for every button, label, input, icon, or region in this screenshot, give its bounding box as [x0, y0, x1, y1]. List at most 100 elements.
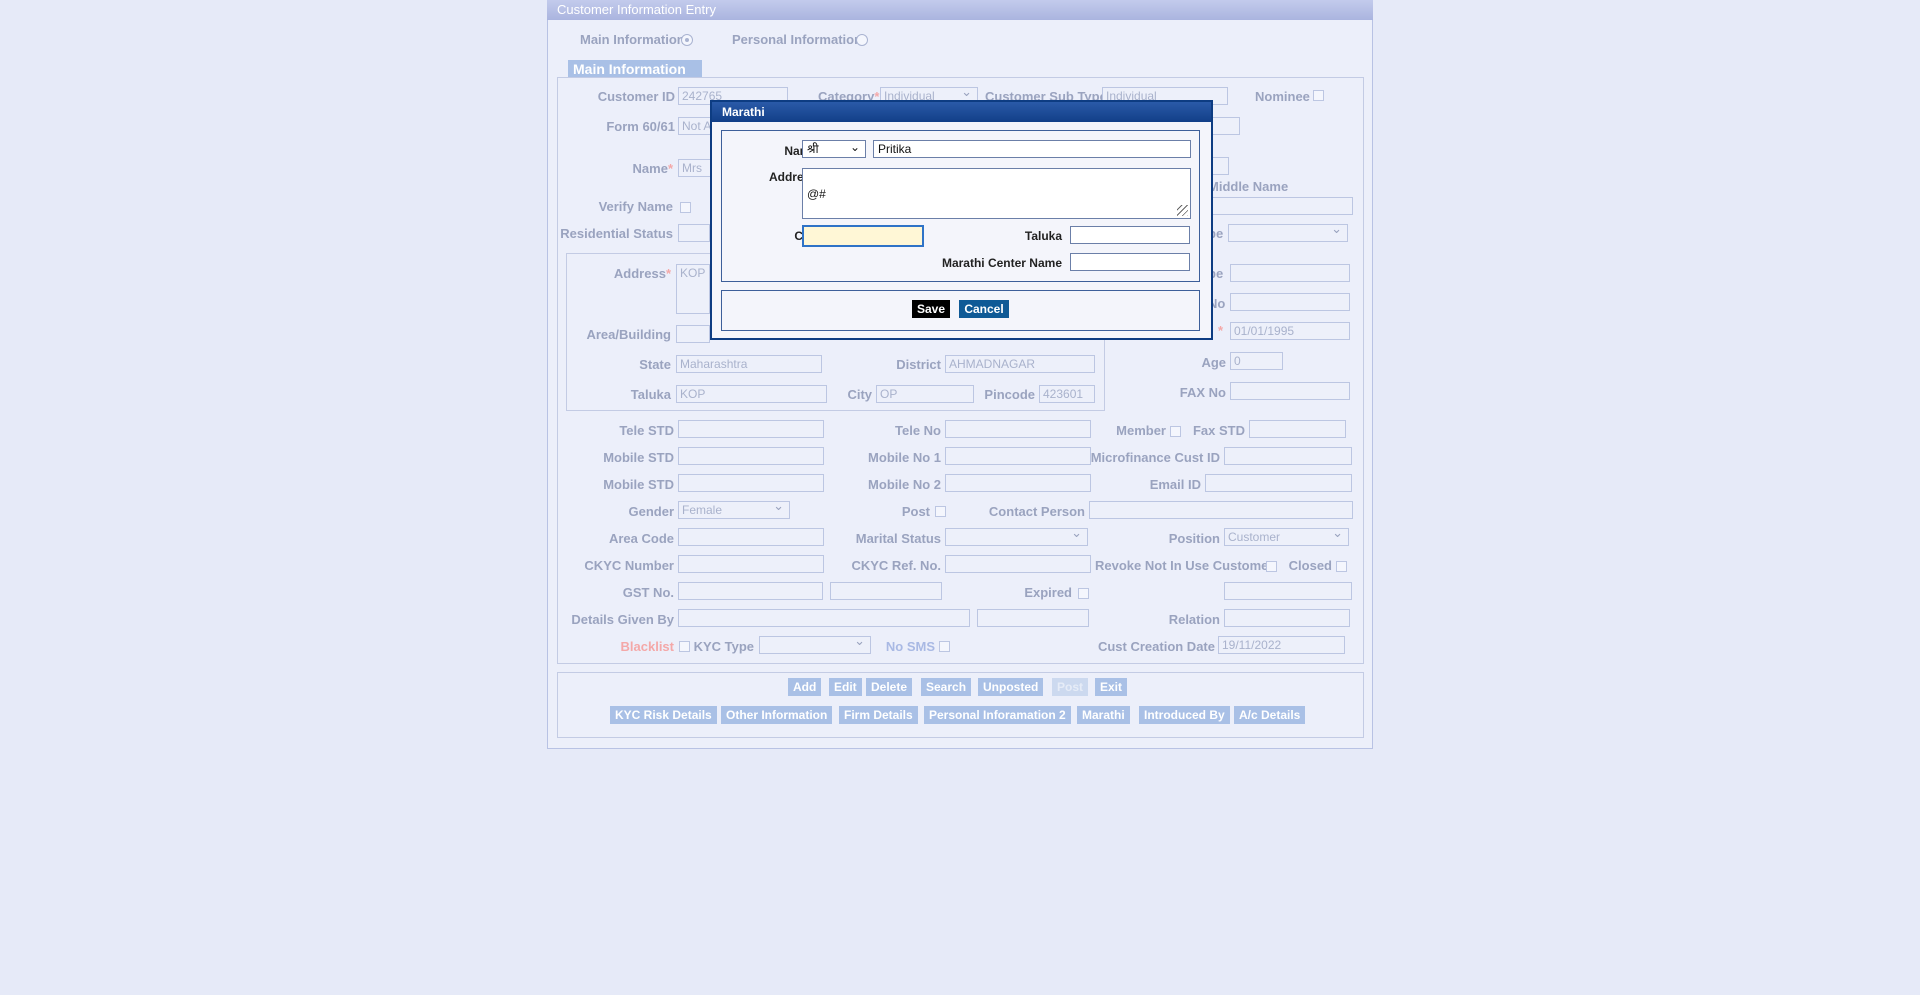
address-field[interactable]: KOP	[676, 264, 710, 314]
type-field-2[interactable]	[1230, 264, 1350, 282]
kyc-type-label: KYC Type	[693, 639, 754, 654]
expired-checkbox[interactable]	[1078, 588, 1089, 599]
expired-label: Expired	[1024, 585, 1072, 600]
nominee-checkbox[interactable]	[1313, 90, 1324, 101]
ac-details-button[interactable]: A/c Details	[1234, 706, 1306, 724]
closed-checkbox[interactable]	[1336, 561, 1347, 572]
kyc-type-select[interactable]	[759, 636, 871, 654]
contact-person-field[interactable]	[1089, 501, 1353, 519]
no-sms-checkbox[interactable]	[939, 641, 950, 652]
position-label: Position	[1168, 531, 1220, 546]
details-given-field[interactable]	[678, 609, 970, 627]
nominee-label: Nominee	[1255, 89, 1310, 104]
cancel-button[interactable]: Cancel	[959, 300, 1009, 318]
radio-main-information[interactable]	[681, 34, 693, 46]
other-information-button[interactable]: Other Information	[721, 706, 833, 724]
unposted-button[interactable]: Unposted	[978, 678, 1044, 696]
details-given-label: Details Given By	[571, 612, 674, 627]
area-building-label: Area/Building	[586, 327, 671, 342]
main-information-tab[interactable]: Main Information	[568, 60, 702, 78]
city-field[interactable]: OP	[876, 385, 974, 403]
gst-label: GST No.	[622, 585, 674, 600]
post-button[interactable]: Post	[1052, 678, 1089, 696]
microfinance-field[interactable]	[1224, 447, 1352, 465]
ckyc-ref-field[interactable]	[945, 555, 1091, 573]
marathi-name-prefix-select[interactable]: श्री ⌄	[802, 140, 866, 158]
chevron-down-icon: ⌄	[849, 140, 860, 154]
edit-button[interactable]: Edit	[829, 678, 862, 696]
pincode-label: Pincode	[984, 387, 1035, 402]
middle-name-field[interactable]	[1205, 197, 1353, 215]
verify-name-checkbox[interactable]	[680, 202, 691, 213]
ckyc-number-field[interactable]	[678, 555, 824, 573]
radio-personal-information[interactable]	[856, 34, 868, 46]
marathi-taluka-field[interactable]	[1070, 226, 1190, 244]
taluka-field[interactable]: KOP	[676, 385, 827, 403]
post-label: Post	[901, 504, 930, 519]
middle-name-label: Middle Name	[1208, 179, 1289, 194]
fax-std-label: Fax STD	[1192, 423, 1245, 438]
blacklist-label: Blacklist	[620, 639, 674, 654]
mobile-no1-label: Mobile No 1	[868, 450, 941, 465]
marathi-center-name-field[interactable]	[1070, 253, 1190, 271]
resize-handle-icon[interactable]	[1177, 205, 1188, 216]
mobile-std-field[interactable]	[678, 447, 824, 465]
area-building-field[interactable]	[676, 325, 710, 343]
contact-person-label: Contact Person	[988, 504, 1085, 519]
gender-select[interactable]: Female	[678, 501, 790, 519]
mobile-no1-field[interactable]	[945, 447, 1091, 465]
residential-status-field[interactable]	[678, 224, 710, 242]
no-field[interactable]	[1230, 293, 1350, 311]
marathi-city-field[interactable]	[802, 225, 924, 247]
email-field[interactable]	[1205, 474, 1352, 492]
kyc-risk-details-button[interactable]: KYC Risk Details	[610, 706, 717, 724]
fax-no-label: FAX No	[1179, 385, 1226, 400]
personal-information-2-button[interactable]: Personal Inforamation 2	[924, 706, 1071, 724]
state-field[interactable]: Maharashtra	[676, 355, 822, 373]
marathi-address-field[interactable]: @#	[802, 168, 1191, 219]
type-select[interactable]	[1228, 224, 1348, 242]
exit-button[interactable]: Exit	[1095, 678, 1128, 696]
pincode-field[interactable]: 423601	[1039, 385, 1095, 403]
save-button[interactable]: Save	[912, 300, 950, 318]
radio-personal-label: Personal Information	[732, 32, 863, 47]
dob-field[interactable]: 01/01/1995	[1230, 322, 1350, 340]
add-button[interactable]: Add	[788, 678, 822, 696]
search-button[interactable]: Search	[921, 678, 972, 696]
form60-label: Form 60/61	[606, 119, 675, 134]
marathi-center-name-label: Marathi Center Name	[941, 256, 1062, 270]
marathi-name-field[interactable]: Pritika	[873, 140, 1191, 158]
fax-no-field[interactable]	[1230, 382, 1350, 400]
member-checkbox[interactable]	[1170, 426, 1181, 437]
tele-no-field[interactable]	[945, 420, 1091, 438]
expired-date-field[interactable]	[1224, 582, 1352, 600]
relation-field[interactable]	[1224, 609, 1350, 627]
cust-creation-field[interactable]: 19/11/2022	[1218, 636, 1345, 654]
gst-field[interactable]	[678, 582, 823, 600]
marathi-button[interactable]: Marathi	[1077, 706, 1130, 724]
customer-id-label: Customer ID	[597, 89, 675, 104]
fax-std-field[interactable]	[1249, 420, 1346, 438]
district-field[interactable]: AHMADNAGAR	[945, 355, 1095, 373]
gst-field-2[interactable]	[830, 582, 942, 600]
post-checkbox[interactable]	[935, 506, 946, 517]
email-label: Email ID	[1149, 477, 1201, 492]
marital-status-label: Marital Status	[855, 531, 941, 546]
cust-creation-label: Cust Creation Date	[1097, 639, 1215, 654]
mobile-std2-field[interactable]	[678, 474, 824, 492]
residential-status-label: Residential Status	[560, 226, 673, 241]
delete-button[interactable]: Delete	[866, 678, 913, 696]
tele-std-field[interactable]	[678, 420, 824, 438]
mobile-no2-field[interactable]	[945, 474, 1091, 492]
window-title: Customer Information Entry	[547, 0, 1373, 20]
area-code-field[interactable]	[678, 528, 824, 546]
firm-details-button[interactable]: Firm Details	[839, 706, 918, 724]
name-title-field[interactable]: Mrs	[678, 159, 714, 177]
age-field[interactable]: 0	[1230, 352, 1283, 370]
details-given-field-2[interactable]	[977, 609, 1089, 627]
marital-status-select[interactable]	[945, 528, 1088, 546]
introduced-by-button[interactable]: Introduced By	[1139, 706, 1230, 724]
revoke-checkbox[interactable]	[1266, 561, 1277, 572]
blacklist-checkbox[interactable]	[679, 641, 690, 652]
position-select[interactable]: Customer	[1224, 528, 1349, 546]
